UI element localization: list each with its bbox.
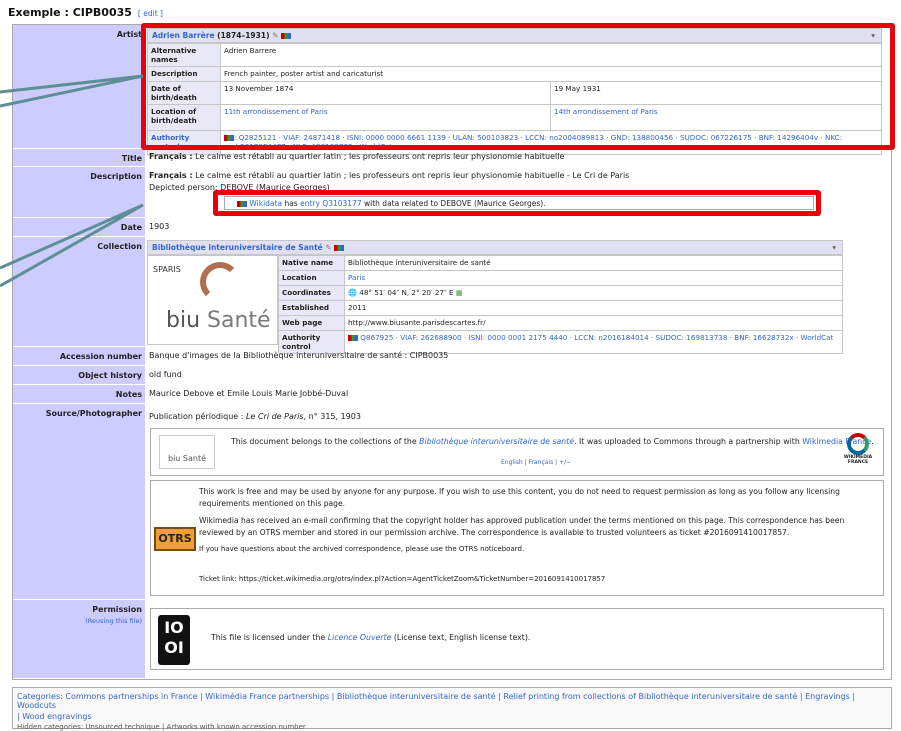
location-key: Location bbox=[278, 270, 345, 286]
categories-bar: Categories: Commons partnerships in Fran… bbox=[12, 687, 892, 731]
source-post: , n° 315, 1903 bbox=[303, 412, 361, 421]
title-lang: Français : bbox=[149, 152, 193, 161]
license-pre: This file is licensed under the bbox=[211, 633, 326, 642]
wikimedia-france-logo: WIKIMEDIA FRANCE bbox=[841, 433, 875, 465]
wikimedia-logo-icon bbox=[847, 433, 869, 455]
edit-link[interactable]: [ edit ] bbox=[138, 9, 163, 18]
small-logo-sante: Santé bbox=[182, 454, 207, 463]
collection-header: Bibliothèque interuniversitaire de Santé… bbox=[147, 240, 843, 255]
logo-sante: Santé bbox=[207, 308, 271, 333]
collection-box: Bibliothèque interuniversitaire de Santé… bbox=[147, 240, 843, 354]
license-notice: IO OI This file is licensed under the Lic… bbox=[150, 608, 884, 670]
object-history-value: old fund bbox=[149, 370, 182, 379]
highlight-artist bbox=[141, 23, 895, 150]
webpage-key: Web page bbox=[278, 315, 345, 331]
categories-line2[interactable]: | Wood engravings bbox=[17, 712, 887, 721]
coordinates-key: Coordinates bbox=[278, 285, 345, 301]
label-permission: Permission (Reusing this file) bbox=[13, 600, 145, 678]
otrs-text: This work is free and may be used by any… bbox=[199, 486, 881, 585]
authority-text[interactable]: Q867925 · VIAF: 262688900 · ISNI: 0000 0… bbox=[360, 333, 833, 342]
established-key: Established bbox=[278, 300, 345, 316]
collapse-icon[interactable]: ▾ bbox=[832, 243, 836, 252]
source-value: Publication périodique : Le Cri de Paris… bbox=[149, 412, 361, 421]
source-title: Le Cri de Paris bbox=[246, 412, 304, 421]
hidden-categories: Hidden categories: Unsourced technique |… bbox=[17, 723, 306, 731]
licence-ouverte-link[interactable]: Licence Ouverte bbox=[328, 633, 392, 642]
highlight-wikidata bbox=[213, 190, 821, 216]
native-name-value: Bibliothèque interuniversitaire de santé bbox=[344, 255, 843, 271]
wikidata-icon[interactable] bbox=[334, 245, 345, 251]
established-value: 2011 bbox=[344, 300, 843, 316]
notes-value: Maurice Debove et Emile Louis Marie Jobb… bbox=[149, 389, 349, 398]
edit-link-text[interactable]: edit bbox=[143, 9, 157, 18]
wikimedia-france-label: WIKIMEDIA FRANCE bbox=[843, 455, 873, 465]
wikidata-icon[interactable] bbox=[348, 335, 358, 341]
description-text: Le calme est rétabli au quartier latin ;… bbox=[195, 171, 630, 180]
pointer-line-4 bbox=[0, 203, 144, 288]
partner-t1: This document belongs to the collections… bbox=[231, 437, 417, 446]
categories-line1[interactable]: Categories: Commons partnerships in Fran… bbox=[17, 692, 887, 710]
source-pre: Publication périodique : bbox=[149, 412, 244, 421]
logo-biu: biu bbox=[166, 308, 201, 333]
label-notes: Notes bbox=[13, 385, 145, 403]
license-text: This file is licensed under the Licence … bbox=[211, 633, 530, 642]
title-text: Le calme est rétabli au quartier latin ;… bbox=[195, 152, 565, 161]
map-icon[interactable]: ▦ bbox=[456, 288, 463, 297]
logo-wordmark: biu Santé bbox=[166, 308, 271, 333]
page-title: Exemple : CIPB0035 [ edit ] bbox=[8, 6, 163, 19]
description-lang: Français : bbox=[149, 171, 193, 180]
pointer-line-3 bbox=[0, 203, 144, 270]
partner-t2: . It was uploaded to Commons through a p… bbox=[574, 437, 800, 446]
label-object-history: Object history bbox=[13, 366, 145, 384]
label-permission-text: Permission bbox=[92, 605, 142, 614]
native-name-key: Native name bbox=[278, 255, 345, 271]
partnership-notice: biu Santé This document belongs to the c… bbox=[150, 428, 884, 476]
collection-table: Native name Bibliothèque interuniversitai… bbox=[278, 255, 843, 354]
globe-icon[interactable]: 🌐 bbox=[348, 288, 357, 297]
page-title-text: Exemple : CIPB0035 bbox=[8, 6, 132, 19]
label-source: Source/Photographer bbox=[13, 404, 145, 599]
label-accession: Accession number bbox=[13, 347, 145, 365]
license-post: (License text, English license text). bbox=[393, 633, 531, 642]
otrs-paragraph-2: Wikimedia has received an e-mail confirm… bbox=[199, 516, 845, 537]
coordinates-value[interactable]: 🌐 48° 51′ 04″ N, 2° 20′ 27″ E ▦ bbox=[344, 285, 843, 301]
title-value: Français : Le calme est rétabli au quart… bbox=[149, 152, 564, 161]
biusante-logo: SPARIS biu Santé bbox=[147, 255, 278, 345]
coordinates-text[interactable]: 48° 51′ 04″ N, 2° 20′ 27″ E bbox=[359, 288, 453, 297]
accession-value: Banque d'images de la Bibliothèque inter… bbox=[149, 351, 449, 360]
reusing-link[interactable]: (Reusing this file) bbox=[13, 617, 142, 625]
language-switcher[interactable]: English | Français | +/− bbox=[501, 459, 571, 466]
location-link[interactable]: Paris bbox=[344, 270, 843, 286]
otrs-paragraph-1: This work is free and may be used by any… bbox=[199, 487, 840, 508]
otrs-badge: OTRS bbox=[154, 527, 196, 551]
annotation-pointers bbox=[0, 74, 144, 288]
license-icon-top: IO bbox=[164, 618, 184, 637]
description-line1: Français : Le calme est rétabli au quart… bbox=[149, 171, 629, 180]
small-logo-biu: biu bbox=[167, 454, 181, 463]
license-icon-bottom: OI bbox=[164, 638, 184, 657]
logo-swirl-shape bbox=[200, 262, 240, 302]
otrs-ticket-link[interactable]: Ticket link: https://ticket.wikimedia.or… bbox=[199, 573, 881, 585]
pencil-icon[interactable]: ✎ bbox=[325, 243, 331, 252]
collection-name-link[interactable]: Bibliothèque interuniversitaire de Santé bbox=[152, 243, 323, 252]
otrs-paragraph-3: If you have questions about the archived… bbox=[199, 545, 525, 553]
partner-bius-link[interactable]: Bibliothèque interuniversitaire de santé bbox=[419, 437, 574, 446]
biusante-small-logo: biu Santé bbox=[159, 435, 215, 469]
otrs-notice: OTRS This work is free and may be used b… bbox=[150, 480, 884, 596]
licence-ouverte-icon: IO OI bbox=[158, 615, 190, 665]
logo-side-text: SPARIS bbox=[153, 265, 181, 274]
date-value: 1903 bbox=[149, 222, 170, 231]
webpage-link[interactable]: http://www.biusante.parisdescartes.fr/ bbox=[344, 315, 843, 331]
partnership-text: This document belongs to the collections… bbox=[231, 437, 874, 446]
